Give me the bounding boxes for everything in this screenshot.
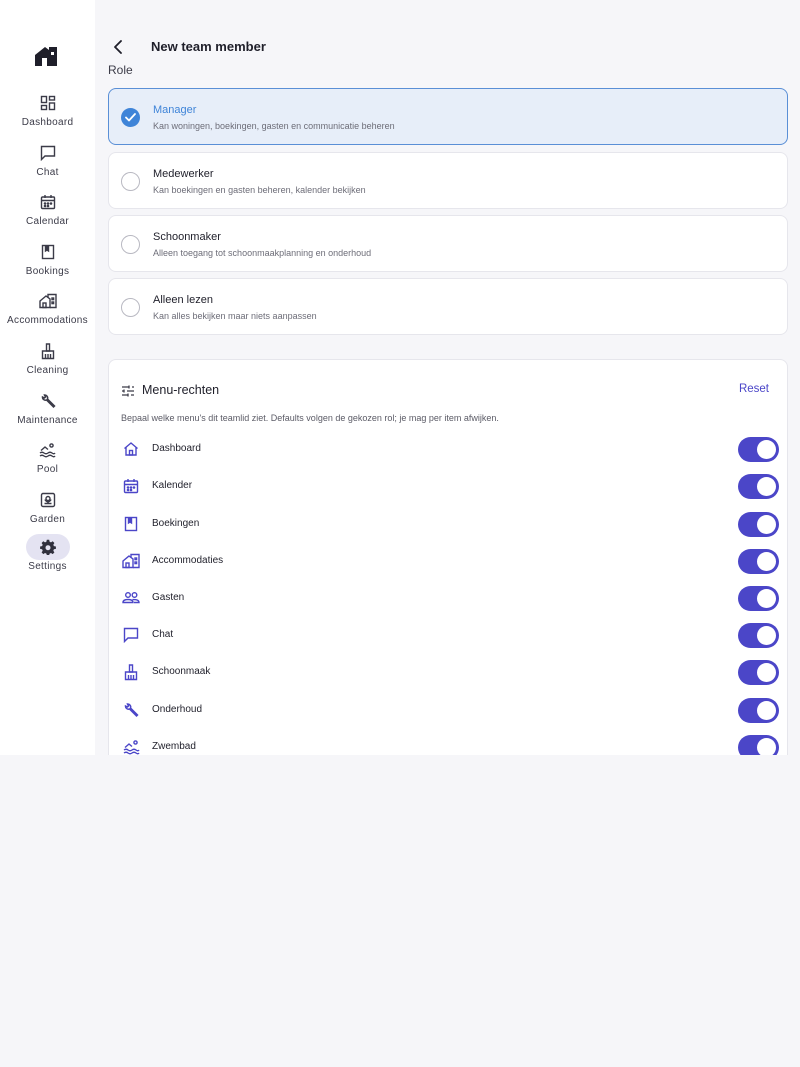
- menu-permissions-title: Menu-rechten: [142, 383, 220, 397]
- reset-button[interactable]: Reset: [739, 383, 769, 395]
- sidebar-item-garden[interactable]: Garden: [0, 487, 95, 533]
- role-description: Kan alles bekijken maar niets aanpassen: [153, 311, 317, 321]
- garden-icon: [26, 487, 70, 513]
- permission-label: Kalender: [152, 480, 193, 491]
- sidebar-item-chat[interactable]: Chat: [0, 140, 95, 186]
- role-description: Kan boekingen en gasten beheren, kalende…: [153, 185, 366, 195]
- permission-row-boekingen: Boekingen: [109, 509, 789, 539]
- sidebar-item-label: Pool: [36, 464, 59, 475]
- sidebar-item-label: Maintenance: [17, 415, 78, 426]
- wrench-icon: [121, 700, 141, 720]
- permission-label: Onderhoud: [152, 704, 203, 715]
- menu-permissions-description: Bepaal welke menu's dit teamlid ziet. De…: [121, 413, 499, 423]
- permission-label: Chat: [152, 629, 174, 640]
- pool-icon: [121, 737, 141, 755]
- role-section-label: Role: [108, 63, 133, 77]
- accommodations-icon: [26, 288, 70, 314]
- permission-row-zwembad: Zwembad: [109, 732, 789, 755]
- radio-checked-icon[interactable]: [121, 108, 140, 127]
- role-option-alleen-lezen[interactable]: Alleen lezen Kan alles bekijken maar nie…: [108, 278, 788, 335]
- permission-label: Boekingen: [152, 518, 200, 529]
- permission-label: Schoonmaak: [152, 666, 211, 677]
- sidebar-item-calendar[interactable]: Calendar: [0, 189, 95, 235]
- sliders-icon: [121, 384, 135, 398]
- page-header: New team member: [95, 28, 800, 66]
- menu-permissions-card: Menu-rechten Reset Bepaal welke menu's d…: [108, 359, 788, 755]
- back-button[interactable]: [107, 36, 129, 58]
- chat-icon: [121, 625, 141, 645]
- permission-toggle[interactable]: [738, 698, 779, 723]
- permission-toggle[interactable]: [738, 735, 779, 755]
- cleaning-icon: [121, 662, 141, 682]
- permission-label: Zwembad: [152, 741, 196, 752]
- pool-icon: [26, 437, 70, 463]
- role-title: Medewerker: [153, 168, 214, 180]
- calendar-icon: [121, 476, 141, 496]
- permission-row-kalender: Kalender: [109, 471, 789, 501]
- radio-unchecked-icon[interactable]: [121, 172, 140, 191]
- sidebar-item-label: Calendar: [26, 216, 69, 227]
- sidebar-item-bookings[interactable]: Bookings: [0, 239, 95, 285]
- permission-toggle[interactable]: [738, 512, 779, 537]
- home-icon: [121, 439, 141, 459]
- permission-row-gasten: Gasten: [109, 583, 789, 613]
- permission-label: Accommodaties: [152, 555, 224, 566]
- bookings-icon: [121, 514, 141, 534]
- sidebar-item-settings[interactable]: Settings: [0, 534, 95, 580]
- sidebar-item-label: Dashboard: [21, 117, 74, 128]
- role-title: Manager: [153, 104, 197, 116]
- app-window: Dashboard Chat Calendar Bookings Accommo…: [0, 0, 800, 755]
- chat-icon: [26, 140, 70, 166]
- app-logo-icon: [33, 44, 61, 68]
- permission-toggle[interactable]: [738, 437, 779, 462]
- permission-row-chat: Chat: [109, 620, 789, 650]
- permission-label: Gasten: [152, 592, 185, 603]
- sidebar-item-label: Garden: [29, 514, 66, 525]
- permission-label: Dashboard: [152, 443, 201, 454]
- role-title: Schoonmaker: [153, 231, 221, 243]
- sidebar-item-label: Chat: [36, 167, 59, 178]
- sidebar-item-label: Accommodations: [7, 315, 88, 326]
- role-option-medewerker[interactable]: Medewerker Kan boekingen en gasten beher…: [108, 152, 788, 209]
- sidebar-item-accommodations[interactable]: Accommodations: [0, 288, 95, 334]
- permission-toggle[interactable]: [738, 474, 779, 499]
- guests-icon: [121, 588, 141, 608]
- radio-unchecked-icon[interactable]: [121, 235, 140, 254]
- wrench-icon: [26, 388, 70, 414]
- role-option-schoonmaker[interactable]: Schoonmaker Alleen toegang tot schoonmaa…: [108, 215, 788, 272]
- permission-toggle[interactable]: [738, 586, 779, 611]
- accommodations-icon: [121, 551, 141, 571]
- role-title: Alleen lezen: [153, 294, 213, 306]
- sidebar-item-label: Settings: [28, 561, 67, 572]
- sidebar-item-dashboard[interactable]: Dashboard: [0, 90, 95, 136]
- permission-row-accommodaties: Accommodaties: [109, 546, 789, 576]
- permission-toggle[interactable]: [738, 660, 779, 685]
- chevron-left-icon: [114, 40, 122, 54]
- sidebar-item-cleaning[interactable]: Cleaning: [0, 338, 95, 384]
- bookings-icon: [26, 239, 70, 265]
- sidebar-item-label: Cleaning: [26, 365, 69, 376]
- role-description: Kan woningen, boekingen, gasten en commu…: [153, 121, 395, 131]
- sidebar-item-pool[interactable]: Pool: [0, 437, 95, 483]
- radio-unchecked-icon[interactable]: [121, 298, 140, 317]
- dashboard-icon: [26, 90, 70, 116]
- role-description: Alleen toegang tot schoonmaakplanning en…: [153, 248, 372, 258]
- cleaning-icon: [26, 338, 70, 364]
- gear-icon: [25, 534, 70, 560]
- permission-toggle[interactable]: [738, 549, 779, 574]
- page-title: New team member: [151, 39, 266, 54]
- sidebar-item-maintenance[interactable]: Maintenance: [0, 388, 95, 434]
- sidebar-item-label: Bookings: [25, 266, 70, 277]
- calendar-icon: [26, 189, 70, 215]
- permission-row-schoonmaak: Schoonmaak: [109, 657, 789, 687]
- permission-toggle[interactable]: [738, 623, 779, 648]
- permission-row-onderhoud: Onderhoud: [109, 695, 789, 725]
- permission-row-dashboard: Dashboard: [109, 434, 789, 464]
- role-option-manager[interactable]: Manager Kan woningen, boekingen, gasten …: [108, 88, 788, 145]
- sidebar: Dashboard Chat Calendar Bookings Accommo…: [0, 0, 95, 755]
